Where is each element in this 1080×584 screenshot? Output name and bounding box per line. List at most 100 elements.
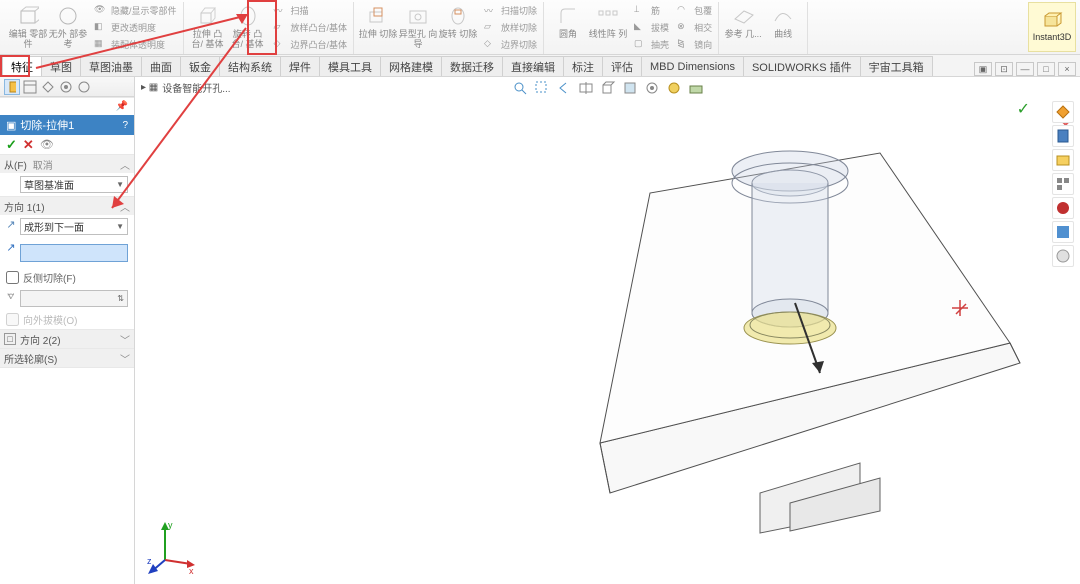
cut-revolve-button[interactable]: 旋转 切除 [438, 2, 478, 52]
tab-swaddin[interactable]: SOLIDWORKS 插件 [743, 56, 861, 76]
cut-extrude-button[interactable]: 拉伸 切除 [358, 2, 398, 52]
direction2-header[interactable]: □ 方向 2(2) ﹀ [0, 330, 134, 348]
sweep-cut-button[interactable]: 〰扫描切除 [482, 2, 539, 18]
flip-side-checkbox[interactable]: 反侧切除(F) [0, 268, 134, 287]
shell-button[interactable]: ▢抽壳 [632, 36, 671, 52]
hide-show-items-button[interactable] [643, 79, 661, 97]
preview-button[interactable]: 👁 [40, 138, 54, 151]
intersect-button[interactable]: ⊗相交 [675, 19, 714, 35]
edit-appearance-button[interactable] [665, 79, 683, 97]
zoom-area-button[interactable] [533, 79, 551, 97]
file-explorer-button[interactable] [1052, 149, 1074, 171]
graphics-viewport[interactable]: ▸ ▦ 设备智能开孔... ✓ ✕ [135, 77, 1080, 584]
draft-button[interactable]: ◣拔模 [632, 19, 671, 35]
direction1-header[interactable]: 方向 1(1) ︿ [0, 197, 134, 215]
draft-angle-input[interactable]: ⇅ [20, 290, 128, 307]
loft-button[interactable]: ▱放样凸台/基体 [272, 19, 350, 35]
manager-tabs [0, 77, 134, 97]
hole-wizard-button[interactable]: 异型孔 向导 [398, 2, 438, 52]
cancel-button[interactable]: ✕ [23, 137, 34, 153]
tab-evaluate[interactable]: 评估 [602, 56, 642, 76]
rib-button[interactable]: ⟘筋 [632, 2, 671, 18]
pattern-button[interactable]: 线性阵 列 [588, 2, 628, 52]
mirror-button[interactable]: ⧎镜向 [675, 36, 714, 52]
design-lib-button[interactable] [1052, 125, 1074, 147]
fillet-button[interactable]: 圆角 [548, 2, 588, 52]
assy-transp-button[interactable]: ▦装配体透明度 [92, 36, 179, 52]
wrap-button[interactable]: ◠包覆 [675, 2, 714, 18]
property-tab[interactable] [22, 79, 38, 95]
edit-part-button[interactable]: 编辑 零部件 [8, 2, 48, 52]
draft-angle-icon[interactable]: ⦡ [4, 290, 18, 303]
view-orient-button[interactable] [599, 79, 617, 97]
direction-ref-icon[interactable]: ↗ [4, 241, 18, 254]
forum-button[interactable] [1052, 245, 1074, 267]
pin-icon[interactable]: 📌 [116, 101, 128, 112]
direction2-section: □ 方向 2(2) ﹀ [0, 330, 134, 349]
display-tab[interactable] [76, 79, 92, 95]
extrude-boss-button[interactable]: 拉伸 凸台/ 基体 [188, 2, 228, 52]
breadcrumb[interactable]: ▸ ▦ 设备智能开孔... [141, 80, 231, 95]
window-min-button[interactable]: — [1016, 62, 1034, 76]
config-tab[interactable] [40, 79, 56, 95]
window-close-button[interactable]: × [1058, 62, 1076, 76]
collapse-icon[interactable]: ︿ [120, 157, 130, 172]
view-palette-button[interactable] [1052, 173, 1074, 195]
chevron-down-icon: ▼ [116, 180, 124, 189]
refgeom-button[interactable]: 参考 几... [723, 2, 763, 52]
feature-tree-tab[interactable] [4, 79, 20, 95]
expand-icon[interactable]: ﹀ [120, 332, 130, 347]
window-layout1-button[interactable]: ▣ [974, 62, 992, 76]
expand-icon[interactable]: ﹀ [120, 351, 130, 366]
tab-universe[interactable]: 宇宙工具箱 [860, 56, 933, 76]
appearances-button[interactable] [1052, 197, 1074, 219]
ok-button[interactable]: ✓ [6, 137, 17, 153]
dimxpert-tab[interactable] [58, 79, 74, 95]
tab-sketch[interactable]: 草图 [41, 56, 81, 76]
tab-annotate[interactable]: 标注 [563, 56, 603, 76]
tab-directedit[interactable]: 直接编辑 [502, 56, 564, 76]
flyout-tree-icon[interactable]: ▸ ▦ [141, 82, 158, 93]
window-max-button[interactable]: □ [1037, 62, 1055, 76]
ext-ref-button[interactable]: 无外 部参 考 [48, 2, 88, 52]
section-view-button[interactable] [577, 79, 595, 97]
stepper-icon: ⇅ [117, 294, 124, 303]
resources-button[interactable] [1052, 101, 1074, 123]
from-header[interactable]: 从(F) 取消 ︿ [0, 155, 134, 173]
tab-sheetmetal[interactable]: 钣金 [180, 56, 220, 76]
apply-scene-button[interactable] [687, 79, 705, 97]
tab-weld[interactable]: 焊件 [280, 56, 320, 76]
end-condition-dropdown[interactable]: 成形到下一面▼ [20, 218, 128, 235]
custom-props-button[interactable] [1052, 221, 1074, 243]
task-pane [1052, 101, 1074, 267]
tab-struct[interactable]: 结构系统 [219, 56, 281, 76]
window-layout2-button[interactable]: ⊡ [995, 62, 1013, 76]
transp-button[interactable]: ◧更改透明度 [92, 19, 179, 35]
hide-show-button[interactable]: 👁隐藏/显示零部件 [92, 2, 179, 18]
boundary-cut-button[interactable]: ◇边界切除 [482, 36, 539, 52]
direction-reference-input[interactable] [20, 244, 128, 262]
contour-header[interactable]: 所选轮廓(S) ﹀ [0, 349, 134, 367]
reverse-direction-icon[interactable]: ↗ [4, 218, 18, 231]
help-icon[interactable]: ? [122, 120, 128, 131]
zoom-fit-button[interactable] [511, 79, 529, 97]
display-style-button[interactable] [621, 79, 639, 97]
tab-datamig[interactable]: 数据迁移 [441, 56, 503, 76]
tab-surface[interactable]: 曲面 [141, 56, 181, 76]
hole-icon [406, 4, 430, 28]
tab-mbd[interactable]: MBD Dimensions [641, 56, 744, 76]
collapse-icon[interactable]: ︿ [120, 199, 130, 214]
sweep-button[interactable]: 〰扫描 [272, 2, 350, 18]
from-dropdown[interactable]: 草图基准面▼ [20, 176, 128, 193]
expand-icon[interactable]: □ [4, 333, 16, 345]
view-triad[interactable]: y x z [147, 518, 197, 574]
tab-mesh[interactable]: 网格建模 [380, 56, 442, 76]
prev-view-button[interactable] [555, 79, 573, 97]
rib-icon: ⟘ [634, 4, 648, 16]
curves-button[interactable]: 曲线 [763, 2, 803, 52]
loft-cut-button[interactable]: ▱放样切除 [482, 19, 539, 35]
tab-sketchink[interactable]: 草图油墨 [80, 56, 142, 76]
tab-mold[interactable]: 模具工具 [319, 56, 381, 76]
boundary-button[interactable]: ◇边界凸台/基体 [272, 36, 350, 52]
instant3d-button[interactable]: Instant3D [1028, 2, 1076, 52]
